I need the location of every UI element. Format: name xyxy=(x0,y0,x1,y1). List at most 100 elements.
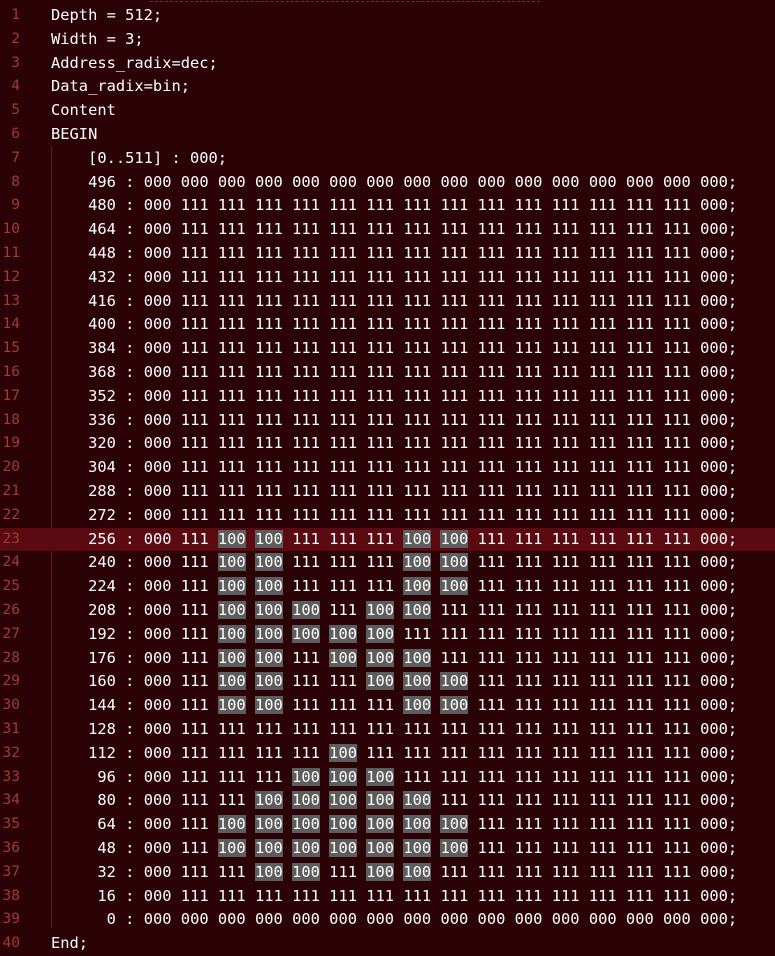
code-line[interactable]: 21 288 : 000 111 111 111 111 111 111 111… xyxy=(0,480,775,504)
data-cell-highlighted: 100 xyxy=(329,839,357,857)
code-line[interactable]: 18 336 : 000 111 111 111 111 111 111 111… xyxy=(0,409,775,433)
code-line[interactable]: 34 80 : 000 111 111 100 100 100 100 100 … xyxy=(0,789,775,813)
data-cell: 111 xyxy=(403,720,432,738)
line-number: 35 xyxy=(2,816,20,833)
data-cell: 111 xyxy=(180,791,209,810)
data-cell-highlighted: 100 xyxy=(254,815,283,834)
data-cell: 111 xyxy=(329,577,357,596)
code-line[interactable]: 36 48 : 000 111 100 100 100 100 100 100 … xyxy=(0,837,775,861)
code-editor[interactable]: 1 Depth = 512; 2 Width = 3; 3 Address_radix=d… xyxy=(0,0,775,956)
clipped-line-above xyxy=(150,0,540,2)
data-cell: 111 xyxy=(292,363,320,381)
data-cell: 000 xyxy=(254,172,283,191)
data-cell-highlighted: 100 xyxy=(366,815,395,834)
code-line[interactable]: 39 0 : 000 000 000 000 000 000 000 000 0… xyxy=(0,908,775,932)
data-cell: 111 xyxy=(477,386,506,405)
row-address: 496 xyxy=(88,172,116,191)
line-number: 38 xyxy=(2,887,20,904)
code-line[interactable]: 24 240 : 000 111 100 100 111 111 111 100… xyxy=(0,551,775,575)
data-cell: 111 xyxy=(514,410,543,429)
data-cell: 111 xyxy=(366,315,395,334)
code-line[interactable]: 9 480 : 000 111 111 111 111 111 111 111 … xyxy=(0,194,775,218)
line-code: 224 : 000 111 100 100 111 111 111 100 10… xyxy=(88,577,738,596)
line-code: 144 : 000 111 100 100 111 111 111 100 10… xyxy=(88,696,738,715)
data-cell: 000 xyxy=(143,172,172,191)
line-number: 7 xyxy=(11,149,20,166)
data-cell: 111 xyxy=(663,315,691,334)
data-cell-highlighted: 100 xyxy=(440,696,469,715)
data-cell: 111 xyxy=(551,886,580,905)
row-address: 384 xyxy=(88,339,116,358)
data-cell: 111 xyxy=(440,339,469,358)
data-cell: 111 xyxy=(254,720,283,738)
code-line[interactable]: 40 End; xyxy=(0,932,775,956)
data-cell: 111 xyxy=(217,267,246,286)
code-line[interactable]: 17 352 : 000 111 111 111 111 111 111 111… xyxy=(0,385,775,409)
data-cell: 111 xyxy=(292,410,320,429)
data-cell: 000 xyxy=(700,291,728,310)
code-line[interactable]: 33 96 : 000 111 111 111 100 100 100 111 … xyxy=(0,766,775,790)
row-address: 64 xyxy=(97,815,116,834)
header-directive: Data_radix=bin; xyxy=(51,77,190,96)
data-cell: 111 xyxy=(588,386,617,405)
data-cell: 111 xyxy=(588,601,617,619)
code-line[interactable]: 37 32 : 000 111 111 100 100 111 100 100 … xyxy=(0,861,775,885)
data-cell-highlighted: 100 xyxy=(440,839,469,857)
current-line[interactable]: 23 256 : 000 111 100 100 111 111 111 100… xyxy=(0,527,775,552)
row-address: 96 xyxy=(97,767,116,786)
code-line[interactable]: 14 400 : 000 111 111 111 111 111 111 111… xyxy=(0,313,775,337)
data-cell: 111 xyxy=(440,363,469,381)
code-line[interactable]: 3 Address_radix=dec; xyxy=(0,52,775,76)
code-line[interactable]: 4 Data_radix=bin; xyxy=(0,75,775,99)
line-code: Width = 3; xyxy=(51,28,144,52)
data-cell: 111 xyxy=(514,196,543,215)
data-cell: 111 xyxy=(180,886,209,905)
code-line[interactable]: 2 Width = 3; xyxy=(0,28,775,52)
code-line[interactable]: 6 BEGIN xyxy=(0,123,775,147)
data-cell: 000 xyxy=(440,910,469,929)
data-cell: 000 xyxy=(700,720,728,738)
code-line[interactable]: 5 Content xyxy=(0,99,775,123)
code-line[interactable]: 10 464 : 000 111 111 111 111 111 111 111… xyxy=(0,218,775,242)
data-cell: 000 xyxy=(143,482,172,500)
data-cell: 111 xyxy=(551,458,580,477)
code-line[interactable]: 28 176 : 000 111 100 100 111 100 100 100… xyxy=(0,647,775,671)
data-cell: 111 xyxy=(625,244,654,262)
data-cell: 000 xyxy=(700,339,728,358)
data-cell: 111 xyxy=(292,886,320,905)
code-line[interactable]: 12 432 : 000 111 111 111 111 111 111 111… xyxy=(0,266,775,290)
data-cell: 111 xyxy=(217,363,246,381)
code-line[interactable]: 30 144 : 000 111 100 100 111 111 111 100… xyxy=(0,694,775,718)
data-cell-highlighted: 100 xyxy=(292,862,320,881)
code-line[interactable]: 25 224 : 000 111 100 100 111 111 111 100… xyxy=(0,575,775,599)
data-cell: 111 xyxy=(477,791,506,810)
code-line[interactable]: 31 128 : 000 111 111 111 111 111 111 111… xyxy=(0,718,775,742)
data-cell: 111 xyxy=(514,267,543,286)
data-cell: 111 xyxy=(180,743,209,762)
line-number: 31 xyxy=(2,721,20,737)
code-line[interactable]: 15 384 : 000 111 111 111 111 111 111 111… xyxy=(0,337,775,361)
code-line[interactable]: 27 192 : 000 111 100 100 100 100 100 111… xyxy=(0,623,775,647)
code-line[interactable]: 32 112 : 000 111 111 111 111 100 111 111… xyxy=(0,742,775,766)
code-line[interactable]: 8 496 : 000 000 000 000 000 000 000 000 … xyxy=(0,171,775,195)
code-line[interactable]: 35 64 : 000 111 100 100 100 100 100 100 … xyxy=(0,813,775,837)
data-cell: 111 xyxy=(514,315,543,334)
data-cell-highlighted: 100 xyxy=(217,601,246,619)
code-line[interactable]: 7 [0..511] : 000; xyxy=(0,147,775,171)
data-cell: 111 xyxy=(625,815,654,834)
data-cell: 111 xyxy=(254,505,283,524)
code-line[interactable]: 19 320 : 000 111 111 111 111 111 111 111… xyxy=(0,432,775,456)
code-line[interactable]: 38 16 : 000 111 111 111 111 111 111 111 … xyxy=(0,885,775,909)
code-line[interactable]: 13 416 : 000 111 111 111 111 111 111 111… xyxy=(0,290,775,314)
code-line[interactable]: 16 368 : 000 111 111 111 111 111 111 111… xyxy=(0,361,775,385)
code-line[interactable]: 20 304 : 000 111 111 111 111 111 111 111… xyxy=(0,456,775,480)
code-line[interactable]: 29 160 : 000 111 100 100 111 111 100 100… xyxy=(0,670,775,694)
data-cell: 111 xyxy=(625,577,654,596)
line-number: 11 xyxy=(2,245,20,261)
code-line[interactable]: 26 208 : 000 111 100 100 100 111 100 100… xyxy=(0,599,775,623)
code-line[interactable]: 1 Depth = 512; xyxy=(0,4,775,28)
data-cell: 000 xyxy=(700,553,728,572)
code-line[interactable]: 11 448 : 000 111 111 111 111 111 111 111… xyxy=(0,242,775,266)
data-cell: 111 xyxy=(329,553,357,572)
code-line[interactable]: 22 272 : 000 111 111 111 111 111 111 111… xyxy=(0,504,775,528)
